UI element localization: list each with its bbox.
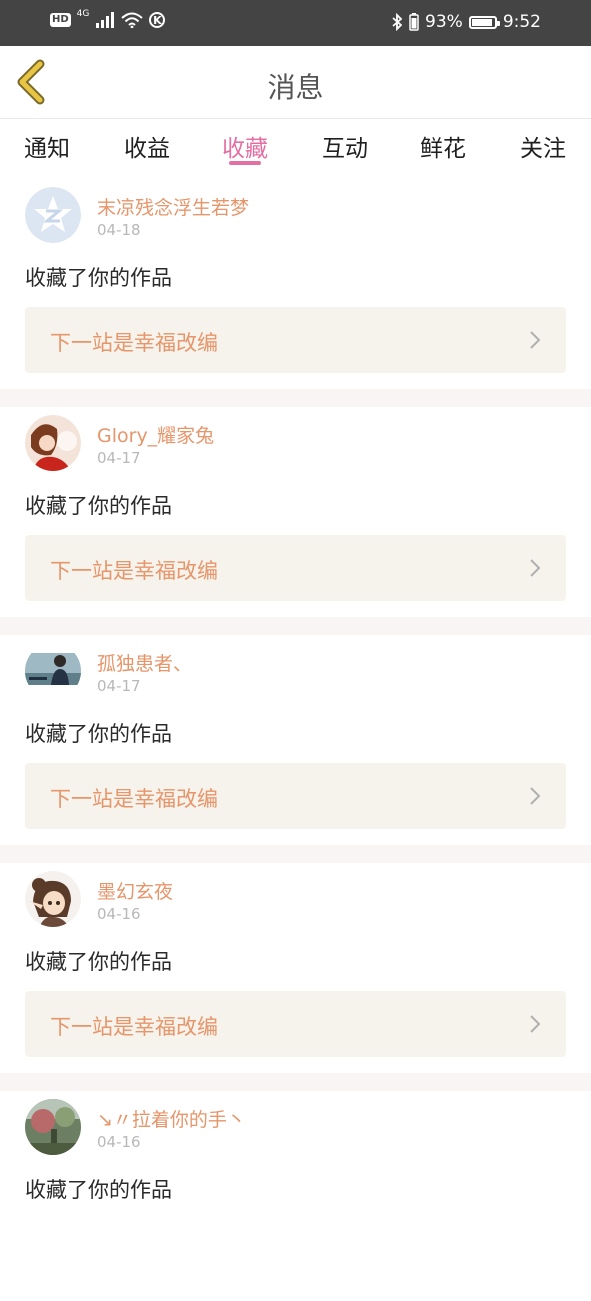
work-card[interactable]: 下一站是幸福改编	[25, 535, 566, 601]
username[interactable]: 孤独患者、	[97, 649, 192, 676]
status-left: HD 4G K	[50, 9, 166, 28]
work-card[interactable]: 下一站是幸福改编	[25, 991, 566, 1057]
work-card[interactable]: 下一站是幸福改编	[25, 763, 566, 829]
signal-icon	[96, 12, 115, 28]
clock: 9:52	[502, 12, 541, 32]
girl-red-avatar[interactable]	[25, 415, 81, 471]
action-text: 收藏了你的作品	[25, 266, 172, 290]
battery-percent: 93%	[425, 12, 463, 32]
timestamp: 04-16	[97, 905, 141, 923]
status-right: 93% 9:52	[391, 12, 541, 32]
action-text: 收藏了你的作品	[25, 722, 172, 746]
username[interactable]: Glory_耀家兔	[97, 421, 214, 448]
network-type: 4G	[76, 9, 90, 19]
battery-icon	[468, 15, 500, 29]
nav-bar: 消息	[0, 46, 591, 119]
tab-favorites[interactable]: 收藏	[205, 129, 285, 163]
wifi-icon	[121, 12, 144, 28]
work-title: 下一站是幸福改编	[50, 1015, 218, 1039]
list-item: 末凉残念浮生若梦 04-18 收藏了你的作品 下一站是幸福改编	[0, 179, 591, 389]
chevron-right-icon	[530, 787, 541, 805]
work-card[interactable]: 下一站是幸福改编	[25, 307, 566, 373]
tab-notification[interactable]: 通知	[7, 129, 87, 163]
divider	[0, 1073, 591, 1091]
divider	[0, 617, 591, 635]
work-title: 下一站是幸福改编	[50, 787, 218, 811]
work-title: 下一站是幸福改编	[50, 559, 218, 583]
action-text: 收藏了你的作品	[25, 494, 172, 518]
username[interactable]: 末凉残念浮生若梦	[97, 193, 249, 220]
action-text: 收藏了你的作品	[25, 950, 172, 974]
tab-follow[interactable]: 关注	[503, 129, 583, 163]
username[interactable]: ↘〃拉着你的手丶	[97, 1105, 246, 1132]
divider	[0, 845, 591, 863]
photo-person-avatar[interactable]	[25, 643, 81, 699]
tab-earnings[interactable]: 收益	[107, 129, 187, 163]
page-title: 消息	[267, 71, 324, 104]
k-app-icon: K	[149, 12, 166, 28]
chevron-right-icon	[530, 559, 541, 577]
phone-battery-icon	[409, 13, 419, 31]
anime-elf-avatar[interactable]	[25, 871, 81, 927]
active-tab-indicator	[229, 161, 261, 165]
bluetooth-icon	[392, 13, 403, 31]
list-item: ↘〃拉着你的手丶 04-16 收藏了你的作品	[0, 1091, 591, 1301]
chevron-right-icon	[530, 331, 541, 349]
work-title: 下一站是幸福改编	[50, 331, 218, 355]
hd-badge: HD	[50, 13, 71, 27]
timestamp: 04-18	[97, 221, 141, 239]
divider	[0, 389, 591, 407]
tab-flowers[interactable]: 鲜花	[403, 129, 483, 163]
tab-bar: 通知 收益 收藏 互动 鲜花 关注	[0, 119, 591, 179]
timestamp: 04-16	[97, 1133, 141, 1151]
timestamp: 04-17	[97, 449, 141, 467]
list-item: Glory_耀家兔 04-17 收藏了你的作品 下一站是幸福改编	[0, 407, 591, 617]
favorites-feed: 末凉残念浮生若梦 04-18 收藏了你的作品 下一站是幸福改编 Glory_耀家…	[0, 179, 591, 1301]
list-item: 墨幻玄夜 04-16 收藏了你的作品 下一站是幸福改编	[0, 863, 591, 1073]
status-bar: HD 4G K 93% 9:52	[0, 0, 591, 46]
default-q-avatar[interactable]	[25, 187, 81, 243]
username[interactable]: 墨幻玄夜	[97, 877, 173, 904]
tab-interaction[interactable]: 互动	[305, 129, 385, 163]
action-text: 收藏了你的作品	[25, 1178, 172, 1202]
list-item: 孤独患者、 04-17 收藏了你的作品 下一站是幸福改编	[0, 635, 591, 845]
chevron-right-icon	[530, 1015, 541, 1033]
timestamp: 04-17	[97, 677, 141, 695]
landscape-photo-avatar[interactable]	[25, 1099, 81, 1155]
